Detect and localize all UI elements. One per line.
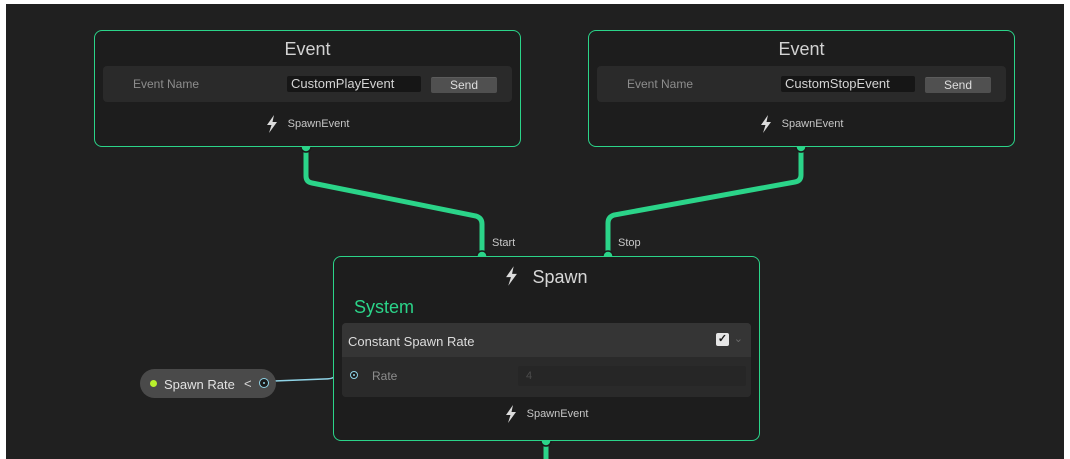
- block-header: Constant Spawn Rate ✓ ⌄: [342, 323, 751, 357]
- system-label: System: [354, 297, 415, 317]
- spawnevent-output: SpawnEvent: [589, 115, 1014, 133]
- event-name-label: Event Name: [627, 77, 694, 91]
- start-input-label: Start: [492, 237, 516, 249]
- send-button[interactable]: Send: [925, 77, 991, 93]
- graph-canvas[interactable]: Event Event Name CustomPlayEvent Send Sp…: [6, 4, 1064, 459]
- parameter-output-port[interactable]: [259, 378, 269, 388]
- lightning-icon: [266, 115, 277, 133]
- lightning-icon: [760, 115, 771, 133]
- spawn-node-header: Spawn: [334, 266, 759, 288]
- wire-spawn-rate-to-rate[interactable]: [273, 376, 335, 382]
- block-title: Constant Spawn Rate: [348, 334, 475, 349]
- send-button[interactable]: Send: [431, 77, 497, 93]
- spawnevent-label: SpawnEvent: [781, 117, 844, 130]
- stop-input-label: Stop: [618, 237, 641, 249]
- parameter-dot-icon: [150, 380, 157, 387]
- event-node-title: Event: [778, 39, 825, 59]
- event-name-row: Event Name CustomStopEvent Send: [597, 66, 1006, 102]
- spawn-rate-parameter[interactable]: Spawn Rate <: [140, 369, 276, 398]
- event-name-field[interactable]: CustomStopEvent: [781, 76, 915, 92]
- spawn-node[interactable]: Spawn System Constant Spawn Rate ✓ ⌄ Rat…: [333, 256, 760, 441]
- parameter-label: Spawn Rate: [164, 377, 235, 392]
- rate-input-port[interactable]: [350, 371, 358, 379]
- rate-label: Rate: [372, 369, 398, 383]
- spawn-node-title: Spawn: [532, 267, 588, 287]
- lightning-icon: [505, 405, 516, 423]
- spawnevent-output: SpawnEvent: [95, 115, 520, 133]
- spawn-output: SpawnEvent: [334, 405, 759, 423]
- collapse-arrow-icon[interactable]: <: [244, 376, 252, 391]
- constant-spawn-rate-block[interactable]: Constant Spawn Rate ✓ ⌄ Rate 4: [342, 323, 751, 397]
- event-name-field[interactable]: CustomPlayEvent: [287, 76, 421, 92]
- event-name-label: Event Name: [133, 77, 200, 91]
- event-node-play[interactable]: Event Event Name CustomPlayEvent Send Sp…: [94, 30, 521, 147]
- rate-property-row: Rate 4: [342, 357, 751, 397]
- lightning-icon: [506, 266, 518, 286]
- event-node-title: Event: [284, 39, 331, 59]
- event-node-stop[interactable]: Event Event Name CustomStopEvent Send Sp…: [588, 30, 1015, 147]
- spawnevent-label: SpawnEvent: [287, 117, 350, 130]
- event-name-row: Event Name CustomPlayEvent Send: [103, 66, 512, 102]
- block-enabled-checkbox[interactable]: ✓: [716, 333, 729, 346]
- rate-value-field[interactable]: 4: [518, 366, 746, 386]
- wire-play-to-start[interactable]: [303, 144, 485, 259]
- chevron-down-icon[interactable]: ⌄: [734, 332, 743, 345]
- spawnevent-label: SpawnEvent: [526, 407, 589, 420]
